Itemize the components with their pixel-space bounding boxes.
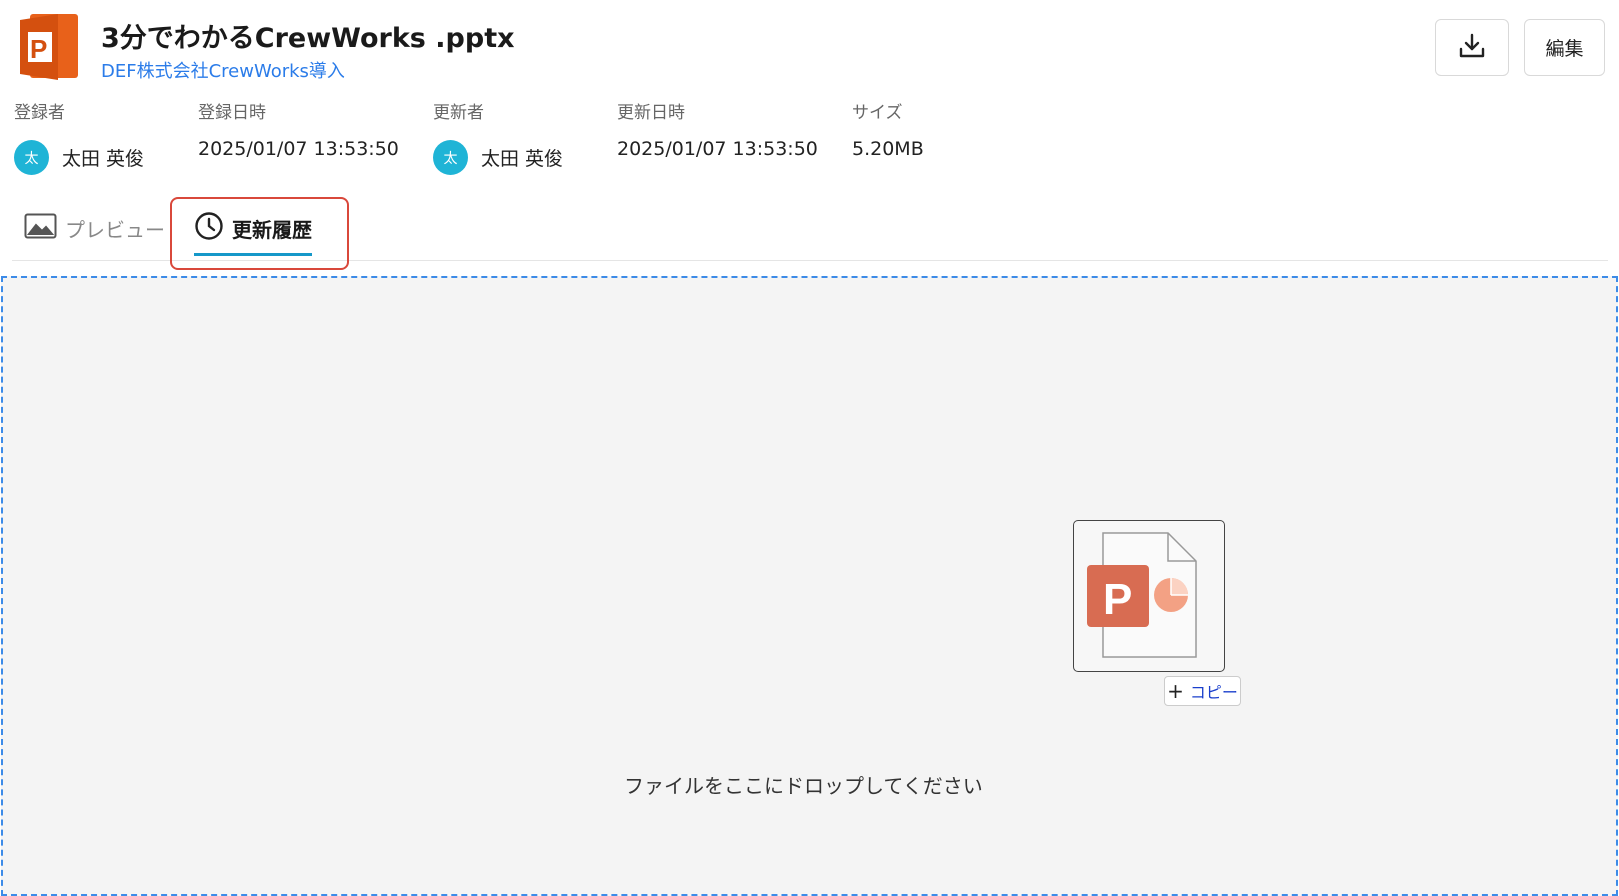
created-at: 登録日時 2025/01/07 13:53:50 <box>198 98 399 160</box>
avatar: 太 <box>433 140 468 175</box>
file-header: P 3分でわかるCrewWorks .pptx DEF株式会社CrewWorks… <box>0 0 1619 90</box>
created-by-label: 登録者 <box>14 103 65 123</box>
plus-icon: + <box>1167 679 1184 703</box>
copy-badge: + コピー <box>1164 676 1241 706</box>
active-tab-indicator <box>194 253 312 256</box>
copy-label: コピー <box>1189 683 1238 702</box>
updated-at: 更新日時 2025/01/07 13:53:50 <box>617 98 818 160</box>
project-link[interactable]: DEF株式会社CrewWorks導入 <box>101 57 345 83</box>
created-by-value: 太 太田 英俊 <box>14 140 144 175</box>
image-icon <box>24 213 65 244</box>
drop-message-text: ファイルをここにドロップしてください <box>624 774 983 798</box>
created-at-label: 登録日時 <box>198 103 266 123</box>
file-title: 3分でわかるCrewWorks .pptx <box>101 23 515 54</box>
created-at-value: 2025/01/07 13:53:50 <box>198 138 399 160</box>
created-by: 登録者 太 太田 英俊 <box>14 98 144 175</box>
updated-by-label: 更新者 <box>433 103 484 123</box>
file-metadata: 登録者 太 太田 英俊 登録日時 2025/01/07 13:53:50 更新者… <box>0 98 1619 178</box>
tab-label: 更新履歴 <box>232 217 312 242</box>
updated-by: 更新者 太 太田 英俊 <box>433 98 563 175</box>
file-size-value: 5.20MB <box>852 138 924 160</box>
updated-by-name: 太田 英俊 <box>481 148 564 170</box>
clock-icon <box>194 211 232 246</box>
updated-at-label: 更新日時 <box>617 103 685 123</box>
file-size-label: サイズ <box>852 103 903 123</box>
tab-preview[interactable]: プレビュー <box>24 195 165 261</box>
svg-text:P: P <box>1103 575 1132 624</box>
updated-at-value: 2025/01/07 13:53:50 <box>617 138 818 160</box>
file-dropzone[interactable] <box>1 276 1618 896</box>
powerpoint-document-icon: P <box>1074 532 1224 675</box>
download-icon <box>1457 31 1487 65</box>
svg-text:P: P <box>30 34 47 64</box>
download-button[interactable] <box>1435 19 1509 76</box>
avatar: 太 <box>14 140 49 175</box>
updated-by-value: 太 太田 英俊 <box>433 140 563 175</box>
tab-bar: プレビュー 更新履歴 <box>12 195 1608 261</box>
edit-button[interactable]: 編集 <box>1524 19 1605 76</box>
created-by-name: 太田 英俊 <box>62 148 145 170</box>
dragged-file-preview: P <box>1073 520 1225 672</box>
tab-history[interactable]: 更新履歴 <box>194 195 312 261</box>
powerpoint-file-icon: P <box>20 14 80 80</box>
tab-label: プレビュー <box>65 217 165 242</box>
file-size: サイズ 5.20MB <box>852 98 924 160</box>
